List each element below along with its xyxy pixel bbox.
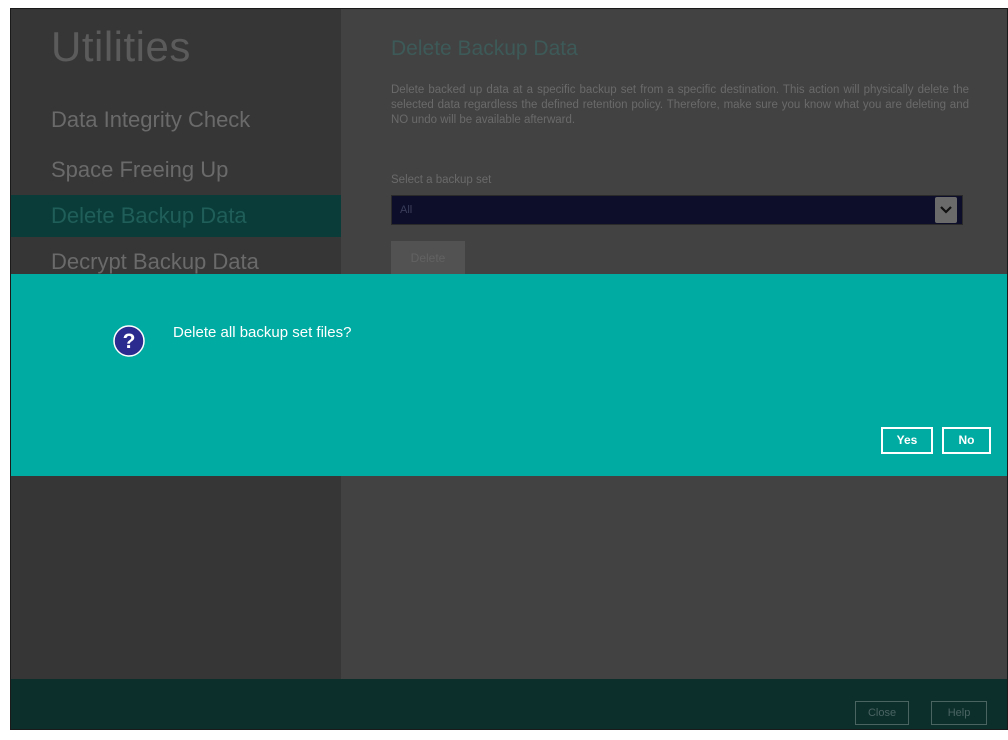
yes-button[interactable]: Yes [881, 427, 933, 454]
backup-set-select[interactable]: All [391, 195, 963, 225]
close-button[interactable]: Close [855, 701, 909, 725]
confirm-dialog: ? Delete all backup set files? Yes No [11, 274, 1007, 476]
help-button[interactable]: Help [931, 701, 987, 725]
sidebar-title: Utilities [51, 23, 191, 70]
page-description: Delete backed up data at a specific back… [391, 84, 969, 126]
dialog-message: Delete all backup set files? [173, 324, 352, 341]
footer-bar: Close Help [11, 679, 1007, 729]
sidebar-item-delete-backup-data[interactable]: Delete Backup Data [11, 195, 341, 237]
page-title: Delete Backup Data [391, 37, 578, 60]
sidebar-item-space-freeing-up[interactable]: Space Freeing Up [11, 149, 341, 191]
svg-text:?: ? [123, 330, 136, 353]
chevron-down-icon[interactable] [935, 197, 957, 223]
backup-set-select-label: Select a backup set [391, 174, 492, 186]
app-window: Utilities Data Integrity Check Space Fre… [10, 8, 1008, 730]
sidebar-item-data-integrity-check[interactable]: Data Integrity Check [11, 99, 341, 141]
question-icon: ? [113, 325, 145, 357]
delete-button[interactable]: Delete [391, 241, 465, 275]
no-button[interactable]: No [942, 427, 991, 454]
